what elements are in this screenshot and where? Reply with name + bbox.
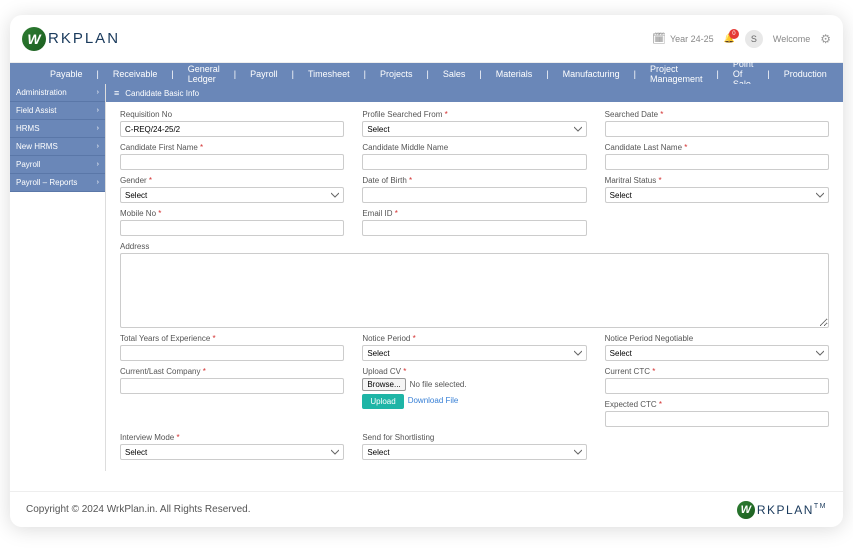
nav-manufacturing[interactable]: Manufacturing [553, 69, 630, 79]
interview-mode-label: Interview Mode * [120, 433, 344, 442]
expected-ctc-input[interactable] [605, 411, 829, 427]
footer-logo: W RKPLANTM [737, 501, 827, 519]
nav-timesheet[interactable]: Timesheet [298, 69, 360, 79]
dob-input[interactable] [362, 187, 586, 203]
nav-payroll[interactable]: Payroll [240, 69, 288, 79]
dob-label: Date of Birth * [362, 176, 586, 185]
app-header: W RKPLAN 🗓 Year 24-25 🔔 0 S Welcome ⚙ [10, 15, 843, 63]
nav-receivable[interactable]: Receivable [103, 69, 168, 79]
experience-label: Total Years of Experience * [120, 334, 344, 343]
mobile-label: Mobile No * [120, 209, 344, 218]
user-avatar[interactable]: S [745, 30, 763, 48]
sidebar-item-hrms[interactable]: HRMS› [10, 120, 105, 138]
footer-logo-text: RKPLANTM [757, 503, 827, 517]
gear-icon[interactable]: ⚙ [820, 32, 831, 46]
nav-sales[interactable]: Sales [433, 69, 476, 79]
year-selector[interactable]: 🗓 Year 24-25 [652, 32, 714, 45]
sidebar-item-payroll[interactable]: Payroll› [10, 156, 105, 174]
menu-icon[interactable]: ≡ [114, 88, 119, 98]
send-shortlisting-select[interactable]: Select [362, 444, 586, 460]
sidebar-item-payroll-reports[interactable]: Payroll – Reports› [10, 174, 105, 192]
content-header: ≡ Candidate Basic Info [106, 84, 843, 102]
requisition-no-label: Requisition No [120, 110, 344, 119]
chevron-right-icon: › [97, 161, 99, 168]
year-label: Year 24-25 [670, 34, 714, 44]
requisition-no-input[interactable] [120, 121, 344, 137]
current-ctc-input[interactable] [605, 378, 829, 394]
profile-searched-from-label: Profile Searched From * [362, 110, 586, 119]
email-label: Email ID * [362, 209, 586, 218]
last-name-input[interactable] [605, 154, 829, 170]
gender-label: Gender * [120, 176, 344, 185]
form-area: Requisition No Profile Searched From * S… [106, 102, 843, 471]
email-input[interactable] [362, 220, 586, 236]
notice-negotiable-select[interactable]: Select [605, 345, 829, 361]
interview-mode-select[interactable]: Select [120, 444, 344, 460]
middle-name-label: Candidate Middle Name [362, 143, 586, 152]
nav-projects[interactable]: Projects [370, 69, 423, 79]
chevron-right-icon: › [97, 107, 99, 114]
chevron-right-icon: › [97, 179, 99, 186]
calendar-icon: 🗓 [652, 32, 666, 45]
experience-input[interactable] [120, 345, 344, 361]
marital-label: Maritral Status * [605, 176, 829, 185]
first-name-input[interactable] [120, 154, 344, 170]
upload-cv-label: Upload CV * [362, 367, 586, 376]
nav-gl[interactable]: General Ledger [178, 64, 230, 84]
address-textarea[interactable] [120, 253, 829, 328]
page-title: Candidate Basic Info [125, 89, 199, 98]
notice-period-label: Notice Period * [362, 334, 586, 343]
browse-button[interactable]: Browse... [362, 378, 405, 391]
sidebar: Administration› Field Assist› HRMS› New … [10, 84, 106, 471]
file-status: No file selected. [410, 380, 467, 389]
logo-text: RKPLAN [48, 30, 120, 47]
logo-icon: W [22, 27, 46, 51]
footer: Copyright © 2024 WrkPlan.in. All Rights … [10, 491, 843, 527]
first-name-label: Candidate First Name * [120, 143, 344, 152]
nav-production[interactable]: Production [774, 69, 837, 79]
sidebar-item-field-assist[interactable]: Field Assist› [10, 102, 105, 120]
last-name-label: Candidate Last Name * [605, 143, 829, 152]
copyright-text: Copyright © 2024 WrkPlan.in. All Rights … [26, 504, 251, 515]
middle-name-input[interactable] [362, 154, 586, 170]
send-shortlisting-label: Send for Shortlisting [362, 433, 586, 442]
chevron-right-icon: › [97, 89, 99, 96]
footer-logo-icon: W [737, 501, 755, 519]
current-ctc-label: Current CTC * [605, 367, 829, 376]
welcome-label: Welcome [773, 34, 810, 44]
nav-materials[interactable]: Materials [486, 69, 543, 79]
gender-select[interactable]: Select [120, 187, 344, 203]
chevron-right-icon: › [97, 125, 99, 132]
company-input[interactable] [120, 378, 344, 394]
nav-pm[interactable]: Project Management [640, 64, 713, 84]
profile-searched-from-select[interactable]: Select [362, 121, 586, 137]
notification-button[interactable]: 🔔 0 [724, 33, 735, 44]
chevron-right-icon: › [97, 143, 99, 150]
nav-payable[interactable]: Payable [40, 69, 93, 79]
searched-date-input[interactable] [605, 121, 829, 137]
notice-negotiable-label: Notice Period Negotiable [605, 334, 829, 343]
sidebar-item-new-hrms[interactable]: New HRMS› [10, 138, 105, 156]
sidebar-item-admin[interactable]: Administration› [10, 84, 105, 102]
top-nav: Payable| Receivable| General Ledger| Pay… [10, 63, 843, 84]
upload-button[interactable]: Upload [362, 394, 403, 409]
notification-badge: 0 [729, 29, 739, 39]
logo[interactable]: W RKPLAN [22, 27, 120, 51]
download-file-link[interactable]: Download File [408, 396, 459, 405]
company-label: Current/Last Company * [120, 367, 344, 376]
address-label: Address [120, 242, 829, 251]
marital-select[interactable]: Select [605, 187, 829, 203]
searched-date-label: Searched Date * [605, 110, 829, 119]
mobile-input[interactable] [120, 220, 344, 236]
expected-ctc-label: Expected CTC * [605, 400, 829, 409]
notice-period-select[interactable]: Select [362, 345, 586, 361]
